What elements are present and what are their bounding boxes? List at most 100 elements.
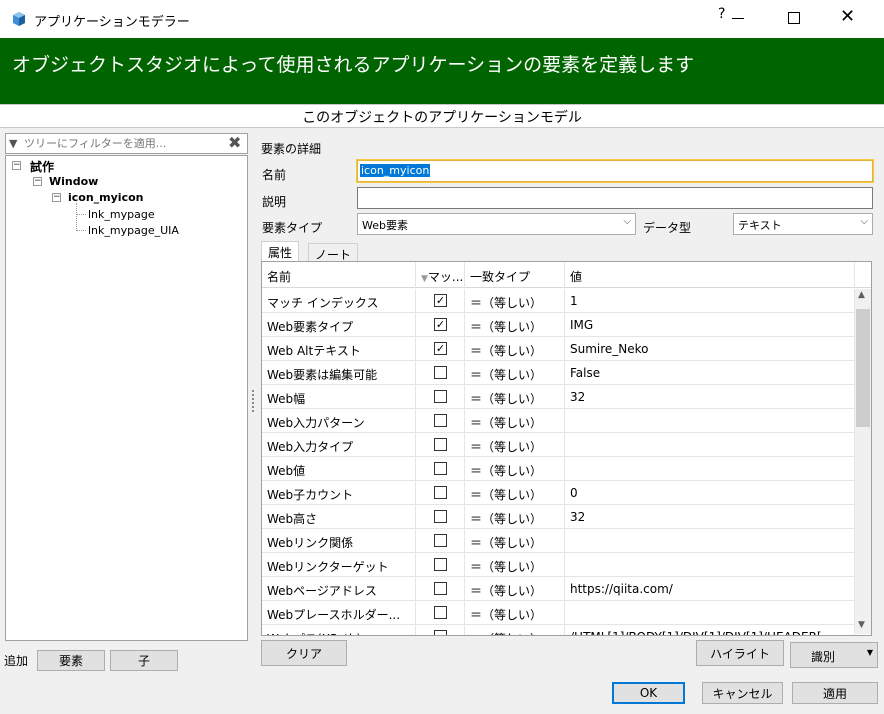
tree-view[interactable]: − 試作 − Window − icon_myicon lnk_mypage l…	[5, 155, 248, 641]
table-row[interactable]: Web入力タイプ ＝（等しい）	[262, 433, 855, 457]
tree-node-window[interactable]: Window	[49, 175, 98, 188]
scroll-down-icon[interactable]: ▼	[858, 620, 865, 630]
match-checkbox[interactable]	[434, 510, 447, 523]
cancel-button[interactable]: キャンセル	[702, 682, 783, 704]
cell-match: ✓	[416, 313, 465, 337]
data-type-select[interactable]: テキスト ⌵	[733, 213, 873, 235]
tab-notes[interactable]: ノート	[308, 243, 359, 262]
tree-node-child[interactable]: lnk_mypage_UIA	[88, 224, 179, 237]
table-row[interactable]: Web値 ＝（等しい）	[262, 457, 855, 481]
identify-split-button[interactable]: 識別 ▼	[790, 642, 878, 668]
splitter-handle[interactable]	[252, 390, 255, 412]
scroll-thumb[interactable]	[856, 309, 870, 427]
filter-input[interactable]	[24, 134, 222, 152]
minimize-icon[interactable]	[732, 18, 744, 19]
match-checkbox[interactable]	[434, 630, 447, 635]
match-checkbox[interactable]	[434, 462, 447, 475]
app-icon	[13, 12, 25, 26]
table-row[interactable]: Web要素タイプ ✓ ＝（等しい） IMG	[262, 313, 855, 337]
subtitle: このオブジェクトのアプリケーションモデル	[302, 110, 582, 126]
tree-node-root[interactable]: 試作	[30, 158, 54, 175]
table-row[interactable]: マッチ インデックス ✓ ＝（等しい） 1	[262, 289, 855, 313]
section-title: 要素の詳細	[261, 142, 322, 156]
match-checkbox[interactable]	[434, 582, 447, 595]
match-checkbox[interactable]	[434, 606, 447, 619]
match-checkbox[interactable]	[434, 438, 447, 451]
match-checkbox[interactable]: ✓	[434, 342, 447, 355]
help-button[interactable]: ?	[718, 6, 725, 22]
cell-match	[416, 433, 465, 457]
element-type-select[interactable]: Web要素 ⌵	[357, 213, 636, 235]
cell-match	[416, 361, 465, 385]
data-type-label: データ型	[643, 221, 692, 235]
description-label: 説明	[262, 195, 287, 209]
match-checkbox[interactable]	[434, 558, 447, 571]
cell-value: IMG	[565, 313, 855, 337]
column-header-match-type[interactable]: 一致タイプ	[465, 262, 565, 288]
cell-match	[416, 385, 465, 409]
tab-attributes[interactable]: 属性	[261, 241, 300, 262]
match-checkbox[interactable]	[434, 414, 447, 427]
cell-match-type: ＝（等しい）	[465, 601, 565, 625]
match-checkbox[interactable]: ✓	[434, 318, 447, 331]
cell-value	[565, 601, 855, 625]
table-row[interactable]: Webパス(XPath) ＝（等しい）/HTML[1]/BODY[1]/DIV[1…	[262, 625, 855, 635]
scroll-up-icon[interactable]: ▲	[858, 290, 865, 300]
apply-button[interactable]: 適用	[792, 682, 878, 704]
cell-match: ✓	[416, 337, 465, 361]
expander-icon[interactable]: −	[12, 161, 21, 170]
cell-value: 32	[565, 505, 855, 529]
table-row[interactable]: Webプレースホルダー... ＝（等しい）	[262, 601, 855, 625]
cell-value: 32	[565, 385, 855, 409]
column-header-match[interactable]: ▼マッ...	[416, 262, 465, 288]
cell-match	[416, 409, 465, 433]
cell-value: https://qiita.com/	[565, 577, 855, 601]
cell-match-type: ＝（等しい）	[465, 505, 565, 529]
cell-match-type: ＝（等しい）	[465, 529, 565, 553]
table-row[interactable]: Web高さ ＝（等しい） 32	[262, 505, 855, 529]
table-row[interactable]: Web要素は編集可能 ＝（等しい） False	[262, 361, 855, 385]
clear-button[interactable]: クリア	[261, 640, 347, 666]
add-child-button[interactable]: 子	[110, 650, 178, 671]
table-row[interactable]: Webページアドレス ＝（等しい） https://qiita.com/	[262, 577, 855, 601]
cell-name: Web幅	[262, 385, 416, 409]
match-checkbox[interactable]	[434, 366, 447, 379]
clear-filter-icon[interactable]: ✖	[228, 133, 241, 152]
element-type-value: Web要素	[362, 219, 408, 232]
cell-value: False	[565, 361, 855, 385]
match-checkbox[interactable]	[434, 390, 447, 403]
attributes-grid[interactable]: 名前 ▼マッ... 一致タイプ 値 マッチ インデックス ✓ ＝（等しい） 1 Web要…	[261, 261, 872, 636]
table-row[interactable]: Web入力パターン ＝（等しい）	[262, 409, 855, 433]
table-row[interactable]: Webリンクターゲット ＝（等しい）	[262, 553, 855, 577]
table-row[interactable]: Web子カウント ＝（等しい） 0	[262, 481, 855, 505]
table-row[interactable]: Web Altテキスト ✓ ＝（等しい） Sumire_Neko	[262, 337, 855, 361]
cell-value: Sumire_Neko	[565, 337, 855, 361]
column-header-value[interactable]: 値	[565, 262, 855, 288]
cell-value	[565, 553, 855, 577]
cell-value	[565, 409, 855, 433]
element-type-label: 要素タイプ	[262, 221, 323, 235]
tree-node-selected[interactable]: icon_myicon	[68, 191, 144, 204]
name-field[interactable]: icon_myicon	[357, 160, 873, 182]
dropdown-arrow-icon[interactable]: ▼	[867, 648, 873, 657]
add-element-button[interactable]: 要素	[37, 650, 105, 671]
grid-header: 名前 ▼マッ... 一致タイプ 値	[262, 262, 871, 288]
table-row[interactable]: Webリンク関係 ＝（等しい）	[262, 529, 855, 553]
ok-button[interactable]: OK	[612, 682, 685, 704]
expander-icon[interactable]: −	[52, 193, 61, 202]
match-checkbox[interactable]	[434, 486, 447, 499]
table-row[interactable]: Web幅 ＝（等しい） 32	[262, 385, 855, 409]
maximize-icon[interactable]	[788, 12, 800, 24]
cell-name: Webプレースホルダー...	[262, 601, 416, 625]
cell-value: /HTML[1]/BODY[1]/DIV[1]/DIV[1]/HEADER[	[565, 625, 855, 635]
match-checkbox[interactable]	[434, 534, 447, 547]
tree-node-child[interactable]: lnk_mypage	[88, 208, 155, 221]
highlight-button[interactable]: ハイライト	[696, 640, 784, 666]
column-header-name[interactable]: 名前	[262, 262, 416, 288]
cell-value	[565, 529, 855, 553]
close-icon[interactable]: ✕	[840, 6, 855, 28]
cell-match-type: ＝（等しい）	[465, 553, 565, 577]
match-checkbox[interactable]: ✓	[434, 294, 447, 307]
description-field[interactable]	[357, 187, 873, 209]
expander-icon[interactable]: −	[33, 177, 42, 186]
